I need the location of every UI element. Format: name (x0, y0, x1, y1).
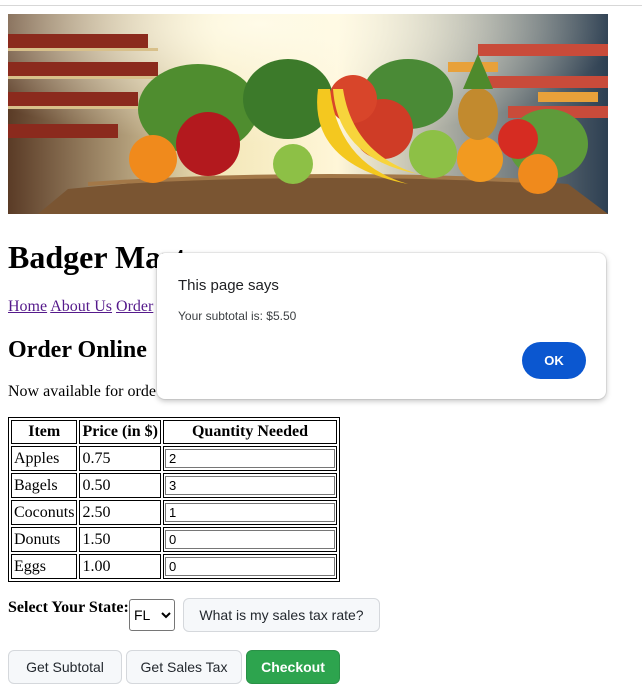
chevron-down-icon (161, 612, 171, 619)
item-price: 0.50 (79, 473, 161, 498)
state-select-value: FL (134, 607, 151, 623)
get-subtotal-button[interactable]: Get Subtotal (8, 650, 122, 684)
quantity-cell (162, 473, 337, 498)
table-row: Donuts 1.50 (11, 527, 337, 552)
browser-top-divider (0, 5, 642, 6)
table-row: Coconuts 2.50 (11, 500, 337, 525)
table-row: Bagels 0.50 (11, 473, 337, 498)
item-name: Coconuts (11, 500, 78, 525)
nav-link-home[interactable]: Home (8, 298, 47, 315)
quantity-cell (162, 554, 337, 579)
quantity-input-eggs[interactable] (164, 557, 335, 576)
dialog-ok-button[interactable]: OK (522, 342, 586, 379)
quantity-cell (162, 446, 337, 471)
item-price: 0.75 (79, 446, 161, 471)
dialog-message: Your subtotal is: $5.50 (178, 309, 297, 323)
alert-dialog: This page says Your subtotal is: $5.50 O… (157, 253, 606, 399)
dialog-title: This page says (178, 277, 279, 294)
quantity-input-bagels[interactable] (164, 476, 335, 495)
item-name: Donuts (11, 527, 78, 552)
get-sales-tax-button[interactable]: Get Sales Tax (126, 650, 242, 684)
quantity-input-apples[interactable] (164, 449, 335, 468)
quantity-input-donuts[interactable] (164, 530, 335, 549)
table-header-row: Item Price (in $) Quantity Needed (11, 420, 337, 444)
item-price: 2.50 (79, 500, 161, 525)
nav-bar: Home About Us Order (8, 297, 153, 317)
order-table: Item Price (in $) Quantity Needed Apples… (8, 417, 340, 582)
item-price: 1.50 (79, 527, 161, 552)
item-name: Eggs (11, 554, 78, 579)
nav-link-order[interactable]: Order (116, 298, 153, 315)
section-title: Order Online (8, 337, 147, 363)
table-row: Apples 0.75 (11, 446, 337, 471)
column-header-price: Price (in $) (79, 420, 161, 444)
quantity-cell (162, 527, 337, 552)
checkout-button[interactable]: Checkout (246, 650, 340, 684)
sales-tax-rate-button[interactable]: What is my sales tax rate? (183, 598, 380, 632)
item-name: Apples (11, 446, 78, 471)
nav-link-about-us[interactable]: About Us (50, 298, 112, 315)
banner-image (8, 14, 608, 214)
state-select[interactable]: FL (129, 599, 175, 631)
item-price: 1.00 (79, 554, 161, 579)
intro-text: Now available for orde (8, 383, 156, 400)
column-header-quantity: Quantity Needed (162, 420, 337, 444)
state-label: Select Your State: (8, 599, 129, 616)
quantity-input-coconuts[interactable] (164, 503, 335, 522)
quantity-cell (162, 500, 337, 525)
column-header-item: Item (11, 420, 78, 444)
item-name: Bagels (11, 473, 78, 498)
table-row: Eggs 1.00 (11, 554, 337, 579)
